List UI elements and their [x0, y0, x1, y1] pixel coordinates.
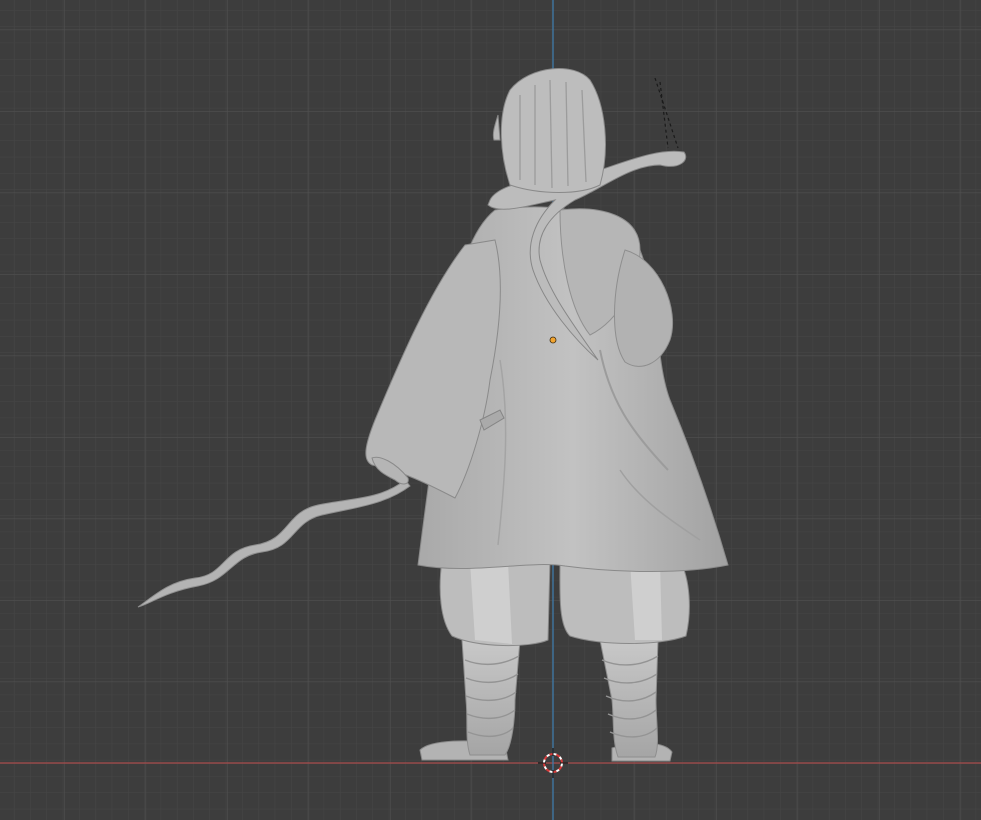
3d-viewport[interactable] — [0, 0, 981, 820]
object-origin-icon[interactable] — [549, 336, 557, 344]
viewport-canvas[interactable] — [0, 0, 981, 820]
left-leg-wraps-mesh — [461, 639, 521, 756]
